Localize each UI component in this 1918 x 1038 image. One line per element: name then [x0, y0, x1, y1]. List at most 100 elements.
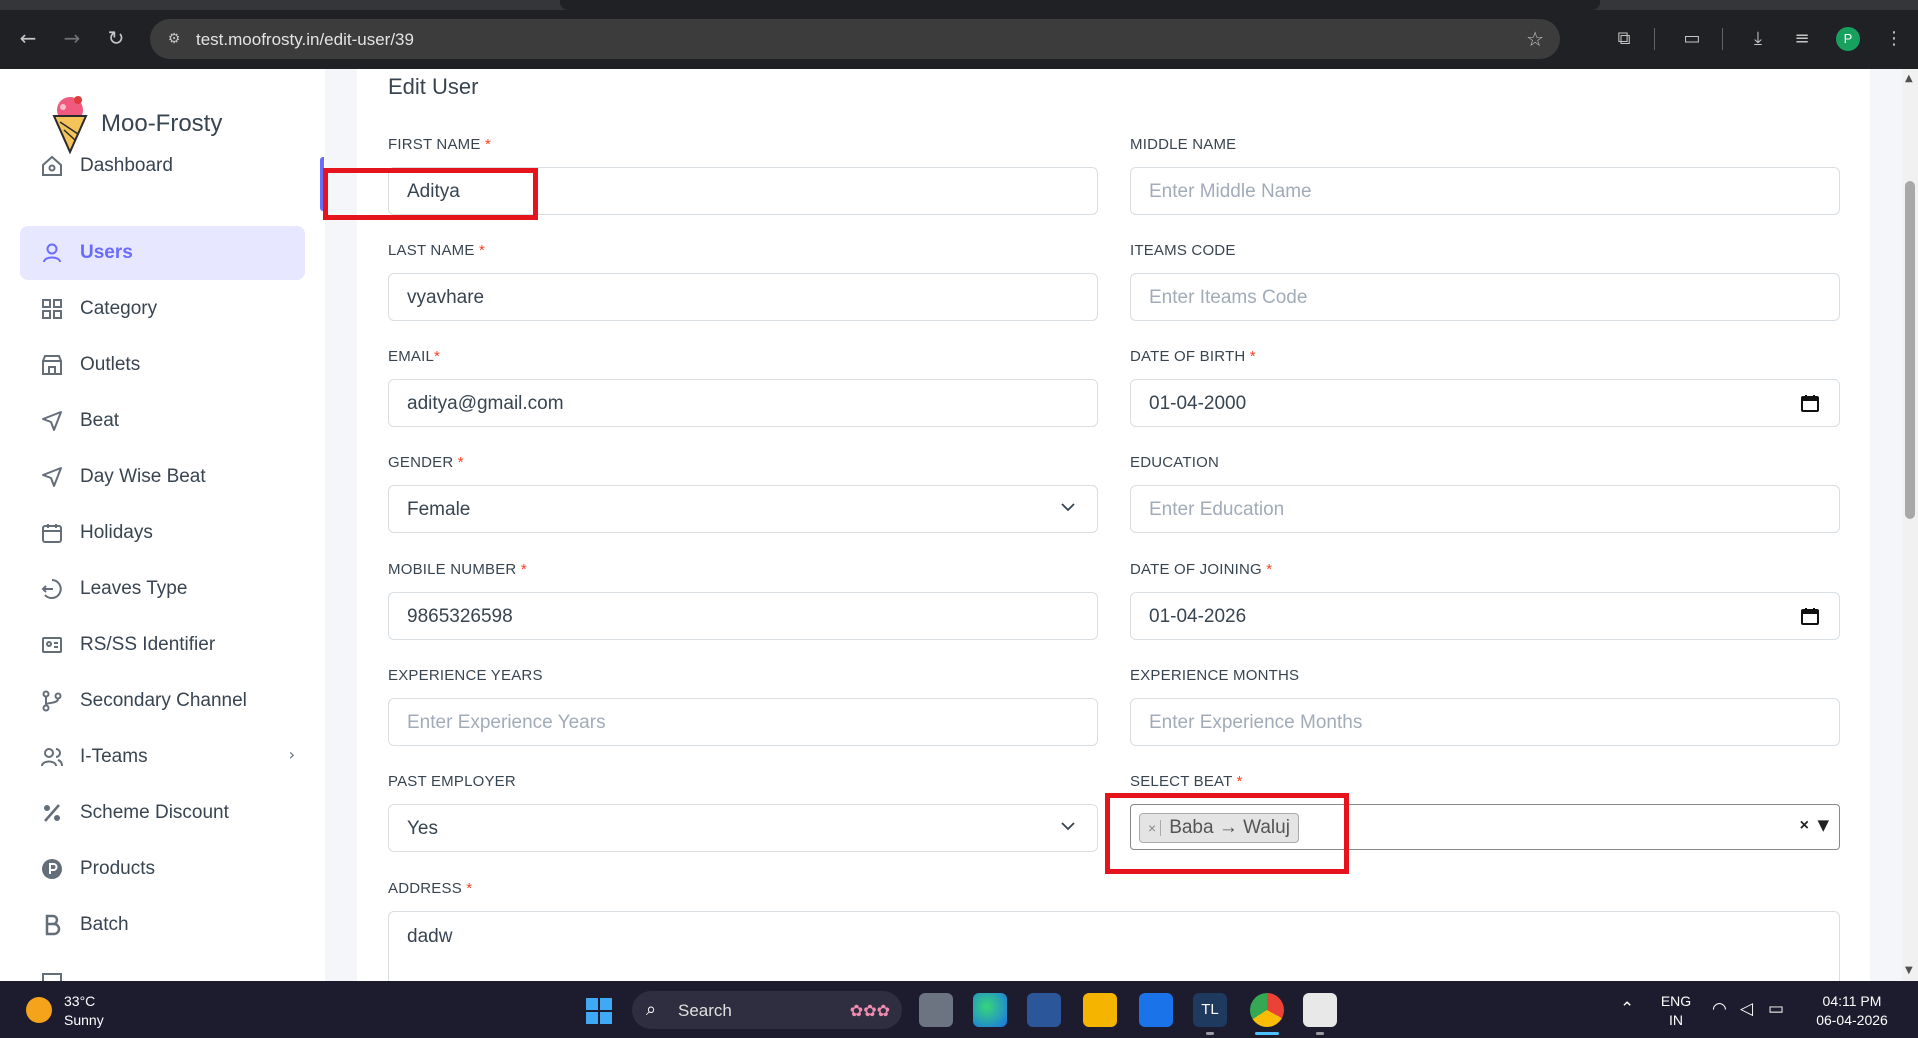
- search-icon: ⌕: [646, 999, 657, 1020]
- doj-label: DATE OF JOINING *: [1130, 561, 1272, 578]
- send-icon: [42, 467, 62, 487]
- kebab-menu-icon[interactable]: ⋮: [1880, 25, 1908, 53]
- language-bottom[interactable]: IN: [1660, 1012, 1692, 1028]
- required-mark: *: [520, 561, 527, 578]
- active-tab[interactable]: [560, 0, 1600, 10]
- dob-field[interactable]: 01-04-2000: [1130, 379, 1840, 427]
- page-scrollbar[interactable]: ▲ ▼: [1902, 69, 1918, 981]
- azure-icon[interactable]: [1139, 993, 1173, 1027]
- edge-icon[interactable]: [973, 993, 1007, 1027]
- battery-icon[interactable]: ▭: [1768, 999, 1784, 1019]
- profile-avatar[interactable]: P: [1836, 27, 1860, 51]
- calendar-icon[interactable]: [1801, 394, 1819, 412]
- clock-date[interactable]: 06-04-2026: [1812, 1012, 1892, 1028]
- p-circle-icon: [42, 859, 62, 879]
- sidebar-item-label: Users: [80, 242, 133, 263]
- language-top[interactable]: ENG: [1660, 993, 1692, 1009]
- sidebar-item-day-wise-beat[interactable]: Day Wise Beat: [20, 450, 305, 504]
- weather-description[interactable]: Sunny: [64, 1012, 104, 1028]
- calendar-icon[interactable]: [1801, 607, 1819, 625]
- chrome-icon[interactable]: [1250, 993, 1284, 1027]
- sidebar-item-dashboard[interactable]: Dashboard: [20, 139, 305, 193]
- field-value: aditya@gmail.com: [407, 393, 564, 414]
- id-card-icon: [42, 637, 62, 653]
- sidebar-item-label: Dashboard: [80, 155, 173, 176]
- sidebar-item-partial[interactable]: [20, 954, 305, 981]
- doj-field[interactable]: 01-04-2026: [1130, 592, 1840, 640]
- user-icon: [43, 243, 61, 263]
- chevron-up-icon[interactable]: ⌃: [1620, 999, 1634, 1019]
- sidebar-item-holidays[interactable]: Holidays: [20, 506, 305, 560]
- scroll-up-icon[interactable]: ▲: [1905, 73, 1913, 84]
- reload-icon[interactable]: ↻: [102, 24, 130, 52]
- toolbar-separator: [1654, 28, 1655, 50]
- sidebar-item-i-teams[interactable]: I-Teams ›: [20, 730, 305, 784]
- exp-years-label: EXPERIENCE YEARS: [388, 667, 543, 684]
- sidebar-item-scheme-discount[interactable]: Scheme Discount: [20, 786, 305, 840]
- sidebar-item-secondary-channel[interactable]: Secondary Channel: [20, 674, 305, 728]
- address-bar[interactable]: ⚙ test.moofrosty.in/edit-user/39 ☆: [150, 19, 1560, 59]
- sidebar-item-outlets[interactable]: Outlets: [20, 338, 305, 392]
- sidebar-item-label: Leaves Type: [80, 578, 188, 599]
- windows-start-icon[interactable]: [585, 997, 613, 1025]
- sidebar-item-label: RS/SS Identifier: [80, 634, 216, 655]
- sidebar-item-beat[interactable]: Beat: [20, 394, 305, 448]
- last-name-field[interactable]: vyavhare: [388, 273, 1098, 321]
- education-field[interactable]: Enter Education: [1130, 485, 1840, 533]
- gender-select[interactable]: Female: [388, 485, 1098, 533]
- media-queue-icon[interactable]: ≡: [1788, 25, 1816, 53]
- sun-icon[interactable]: [26, 997, 52, 1023]
- cast-search-icon[interactable]: ▭: [1678, 25, 1706, 53]
- wifi-icon[interactable]: ◠: [1712, 999, 1727, 1019]
- chevron-down-icon: [1061, 822, 1075, 831]
- scroll-thumb[interactable]: [1905, 181, 1915, 519]
- sidebar-item-users[interactable]: Users: [20, 226, 305, 280]
- sidebar-item-batch[interactable]: Batch: [20, 898, 305, 952]
- middle-name-field[interactable]: Enter Middle Name: [1130, 167, 1840, 215]
- sidebar-item-products[interactable]: Products: [20, 842, 305, 896]
- field-placeholder: Enter Iteams Code: [1149, 287, 1308, 308]
- forward-arrow-icon[interactable]: →: [58, 24, 86, 52]
- weather-temperature[interactable]: 33°C: [64, 993, 95, 1009]
- speaker-icon[interactable]: ◁: [1740, 999, 1753, 1019]
- calendar-icon: [42, 524, 62, 543]
- field-value: 9865326598: [407, 606, 513, 627]
- iteams-code-field[interactable]: Enter Iteams Code: [1130, 273, 1840, 321]
- file-explorer-icon[interactable]: [1083, 993, 1117, 1027]
- extensions-icon[interactable]: ⧉: [1610, 25, 1638, 53]
- sidebar-item-category[interactable]: Category: [20, 282, 305, 336]
- tl-app-icon[interactable]: TL: [1193, 993, 1227, 1027]
- exp-months-label: EXPERIENCE MONTHS: [1130, 667, 1300, 684]
- sidebar-item-leaves-type[interactable]: Leaves Type: [20, 562, 305, 616]
- sidebar-item-label: Category: [80, 298, 158, 319]
- scroll-down-icon[interactable]: ▼: [1905, 965, 1913, 976]
- exp-years-field[interactable]: Enter Experience Years: [388, 698, 1098, 746]
- clock-time[interactable]: 04:11 PM: [1812, 993, 1892, 1009]
- sidebar-item-label: Outlets: [80, 354, 141, 375]
- email-field[interactable]: aditya@gmail.com: [388, 379, 1098, 427]
- mobile-label: MOBILE NUMBER *: [388, 561, 527, 578]
- store-icon[interactable]: [1027, 993, 1061, 1027]
- mobile-field[interactable]: 9865326598: [388, 592, 1098, 640]
- task-view-icon[interactable]: [919, 993, 953, 1027]
- toolbar-separator: [1722, 28, 1723, 50]
- snipping-tool-icon[interactable]: [1303, 993, 1337, 1027]
- past-employer-select[interactable]: Yes: [388, 804, 1098, 852]
- url-text[interactable]: test.moofrosty.in/edit-user/39: [196, 30, 414, 50]
- dropdown-arrow-icon[interactable]: ▼: [1817, 816, 1829, 834]
- required-mark: *: [1249, 348, 1256, 365]
- taskbar-search[interactable]: ⌕ Search ✿✿✿: [632, 991, 902, 1029]
- past-employer-label: PAST EMPLOYER: [388, 773, 516, 790]
- sidebar-item-rs-ss-identifier[interactable]: RS/SS Identifier: [20, 618, 305, 672]
- grid-icon: [42, 299, 62, 319]
- chevron-right-icon[interactable]: ›: [289, 745, 295, 764]
- required-mark: *: [434, 348, 441, 365]
- label-text: GENDER: [388, 454, 454, 471]
- brand-name[interactable]: Moo-Frosty: [101, 110, 222, 138]
- back-arrow-icon[interactable]: ←: [14, 24, 42, 52]
- site-settings-icon[interactable]: ⚙: [164, 29, 184, 49]
- exp-months-field[interactable]: Enter Experience Months: [1130, 698, 1840, 746]
- clear-selection-icon[interactable]: ×: [1800, 817, 1809, 835]
- download-icon[interactable]: ⤓: [1744, 25, 1772, 53]
- bookmark-star-icon[interactable]: ☆: [1526, 27, 1544, 51]
